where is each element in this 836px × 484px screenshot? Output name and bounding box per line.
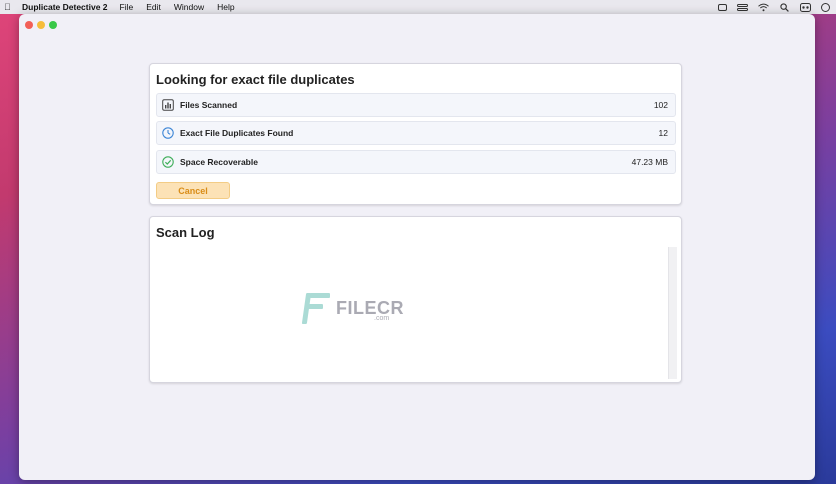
control-center-icon[interactable] — [737, 3, 748, 11]
menu-help[interactable]: Help — [217, 2, 234, 12]
stat-value: 102 — [653, 100, 668, 110]
stat-duplicates-found: Exact File Duplicates Found 12 — [156, 121, 676, 145]
watermark-text: FILECR — [336, 297, 404, 318]
scan-log-content[interactable] — [156, 247, 676, 379]
screen-mirroring-icon[interactable] — [718, 3, 727, 11]
checkmark-circle-icon — [162, 156, 174, 168]
menu-app-name[interactable]: Duplicate Detective 2 — [22, 2, 108, 12]
menu-extras — [718, 0, 830, 14]
minimize-window-button[interactable] — [37, 21, 45, 29]
close-window-button[interactable] — [25, 21, 33, 29]
cancel-button[interactable]: Cancel — [156, 182, 230, 199]
user-switch-icon[interactable] — [800, 2, 811, 12]
menu-window[interactable]: Window — [174, 2, 204, 12]
menu-file[interactable]: File — [120, 2, 134, 12]
stat-label: Exact File Duplicates Found — [180, 128, 294, 138]
scan-progress-panel: Looking for exact file duplicates Files … — [149, 63, 682, 205]
stat-label: Files Scanned — [180, 100, 238, 110]
stat-label: Space Recoverable — [180, 157, 258, 167]
siri-icon[interactable] — [821, 2, 830, 12]
watermark-subtext: .com — [374, 315, 390, 322]
menu-bar:  Duplicate Detective 2 File Edit Window… — [0, 0, 836, 14]
clock-icon — [162, 127, 174, 139]
stat-value: 47.23 MB — [631, 157, 668, 167]
bar-chart-icon — [162, 99, 174, 111]
stat-files-scanned: Files Scanned 102 — [156, 93, 676, 117]
scan-log-panel: Scan Log — [149, 216, 682, 383]
watermark: FILECR .com — [301, 291, 404, 325]
scan-log-title: Scan Log — [156, 225, 215, 240]
wifi-icon[interactable] — [758, 3, 769, 12]
scan-log-scrollbar[interactable] — [668, 247, 677, 379]
apple-icon[interactable]:  — [4, 2, 14, 12]
menu-edit[interactable]: Edit — [146, 2, 161, 12]
filecr-logo-icon — [301, 291, 332, 325]
stat-value: 12 — [658, 128, 668, 138]
scan-title: Looking for exact file duplicates — [156, 72, 355, 87]
stat-space-recoverable: Space Recoverable 47.23 MB — [156, 150, 676, 174]
search-icon[interactable] — [779, 2, 790, 12]
zoom-window-button[interactable] — [49, 21, 57, 29]
app-window: Looking for exact file duplicates Files … — [19, 14, 815, 480]
